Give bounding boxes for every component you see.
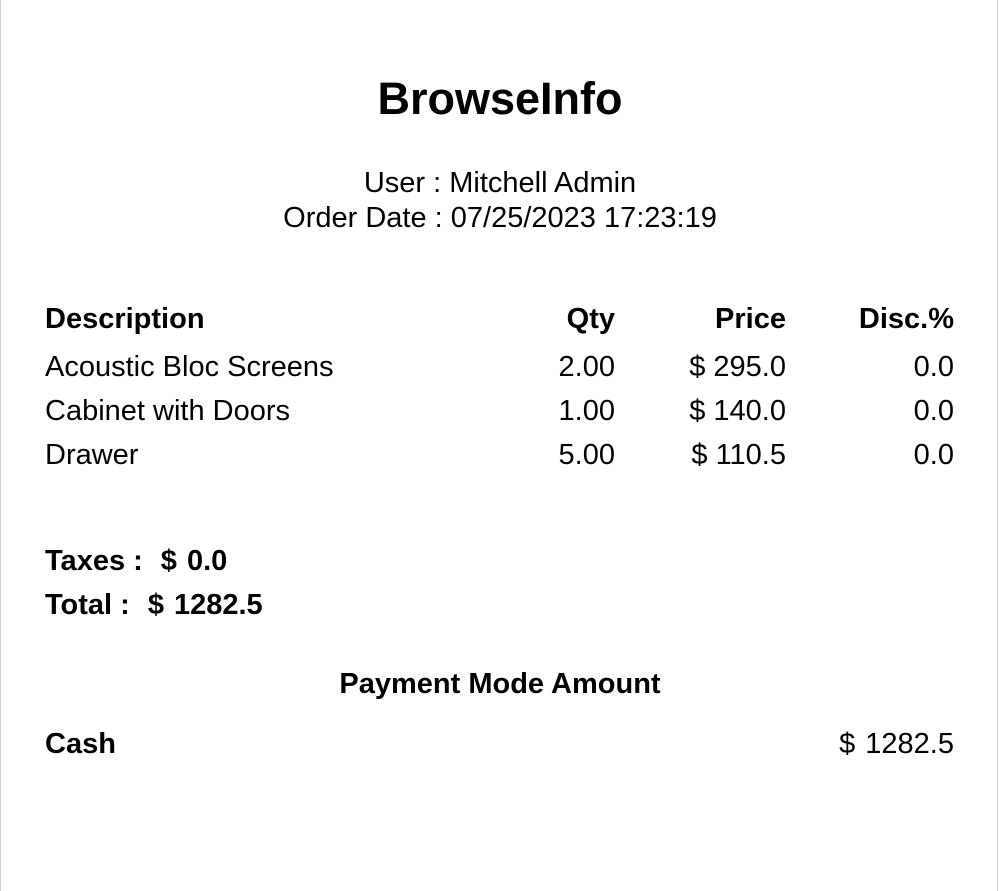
line-price: $ 295.0 <box>689 351 786 383</box>
order-date-value: 07/25/2023 17:23:19 <box>450 202 717 234</box>
line-qty: 5.00 <box>558 439 615 471</box>
column-header-price: Price <box>715 303 786 335</box>
taxes-currency: $ <box>160 545 177 577</box>
line-price: $ 110.5 <box>691 439 786 471</box>
total-value: 1282.5 <box>173 589 263 621</box>
user-line: User : Mitchell Admin <box>1 166 999 200</box>
line-description: Acoustic Bloc Screens <box>45 351 334 383</box>
payment-amount-value: 1282.5 <box>865 728 954 760</box>
payment-header: Payment Mode Amount <box>339 668 661 700</box>
taxes-label: Taxes : <box>45 545 143 577</box>
user-name: Mitchell Admin <box>449 167 637 199</box>
column-header-description: Description <box>45 303 205 335</box>
taxes-line: Taxes : $0.0 <box>45 544 227 578</box>
line-disc: 0.0 <box>913 395 954 427</box>
order-date-line: Order Date : 07/25/2023 17:23:19 <box>1 201 999 235</box>
line-price: $ 140.0 <box>689 395 786 427</box>
column-header-qty: Qty <box>566 303 615 335</box>
taxes-value: 0.0 <box>186 545 228 577</box>
receipt: BrowseInfo User : Mitchell Admin Order D… <box>0 0 998 891</box>
user-label: User : <box>363 167 442 199</box>
order-date-label: Order Date : <box>283 202 443 234</box>
line-disc: 0.0 <box>913 351 954 383</box>
company-title: BrowseInfo <box>377 73 623 124</box>
column-header-disc: Disc.% <box>858 303 954 335</box>
line-disc: 0.0 <box>913 439 954 471</box>
total-label: Total : <box>45 589 130 621</box>
line-qty: 1.00 <box>558 395 615 427</box>
payment-mode: Cash <box>45 728 116 760</box>
payment-currency: $ <box>839 728 856 760</box>
payment-amount: $1282.5 <box>839 727 954 761</box>
total-currency: $ <box>147 589 164 621</box>
total-line: Total : $1282.5 <box>45 588 263 622</box>
line-qty: 2.00 <box>558 351 615 383</box>
line-description: Cabinet with Doors <box>45 395 290 427</box>
line-description: Drawer <box>45 439 139 471</box>
